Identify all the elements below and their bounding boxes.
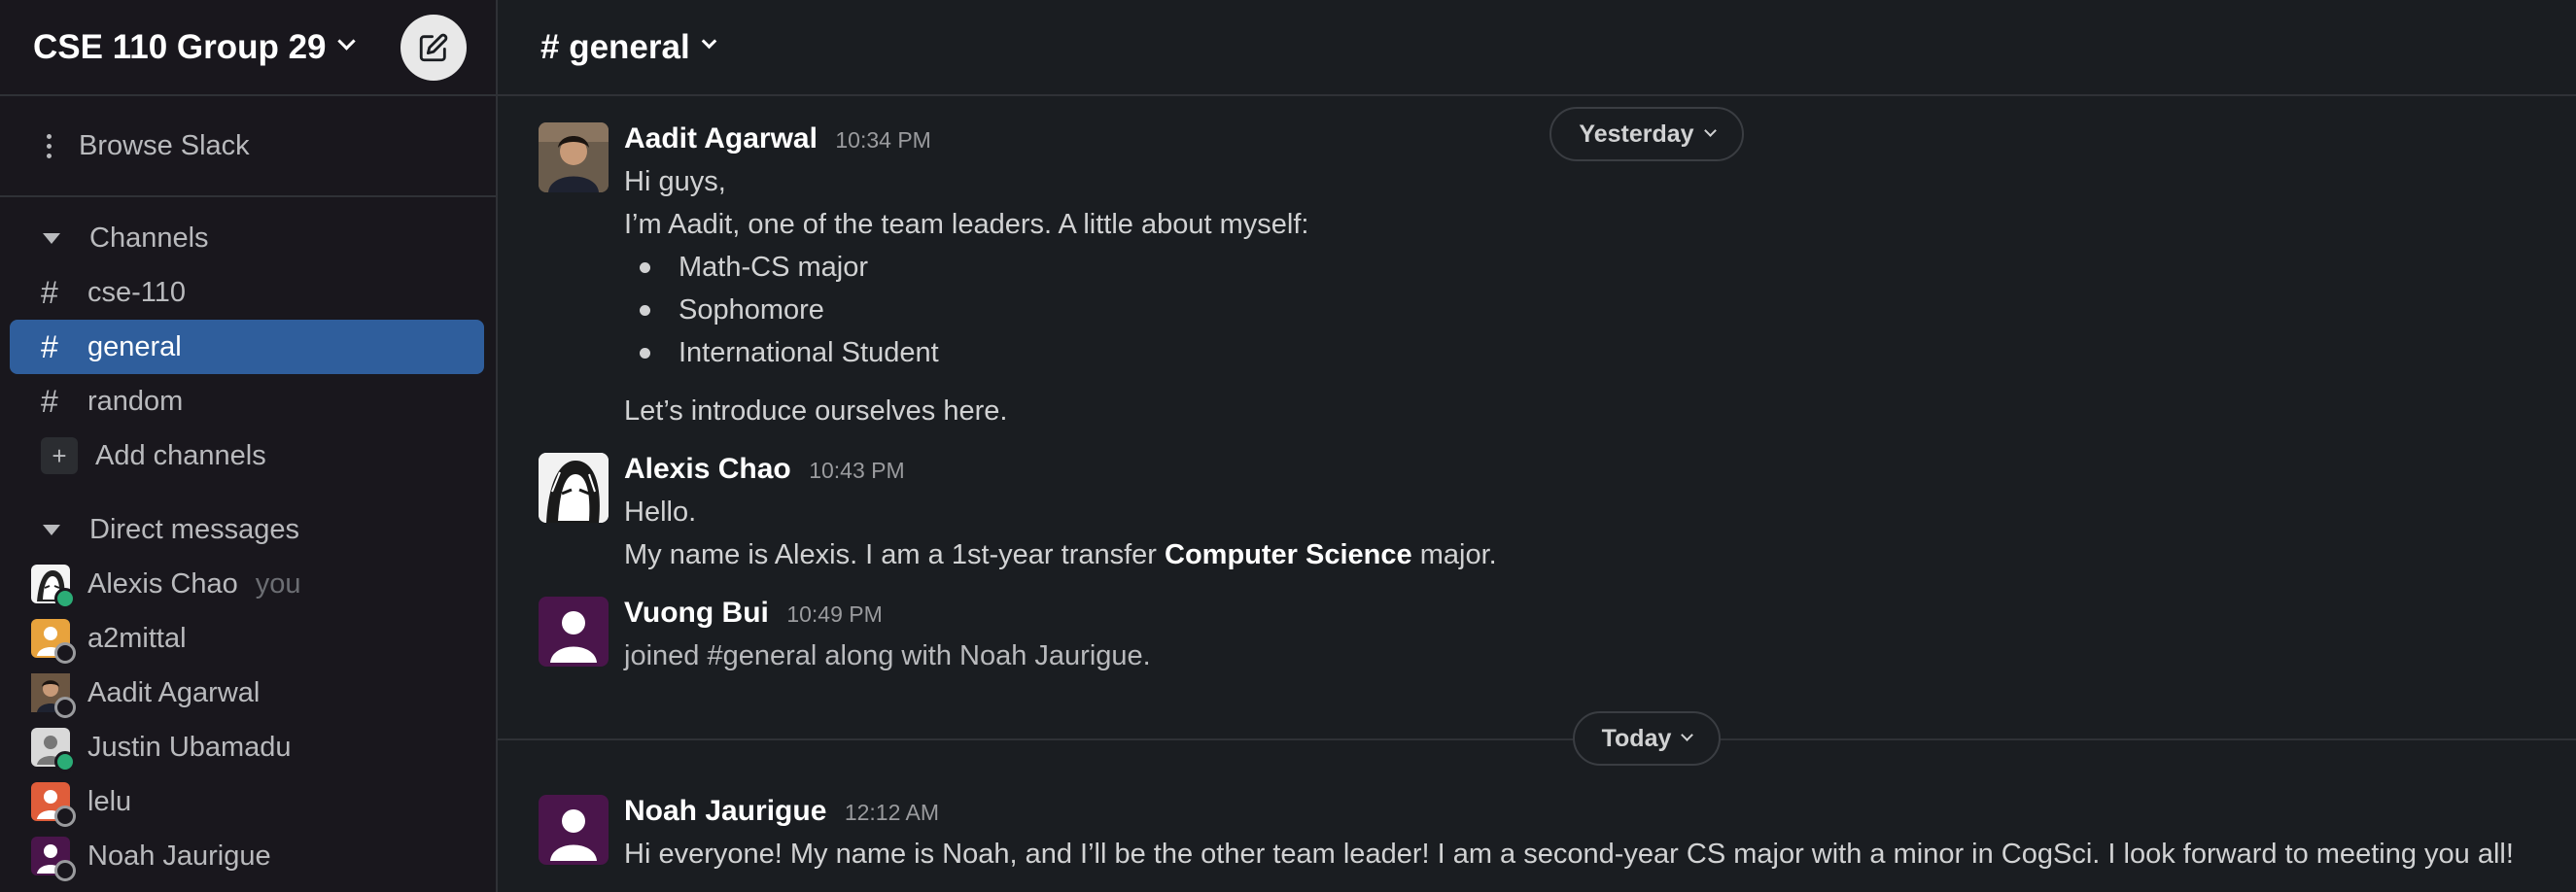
status-away-icon: [54, 806, 76, 827]
browse-slack[interactable]: Browse Slack: [0, 96, 496, 197]
sidebar-dm-justin-ubamadu[interactable]: Justin Ubamadu: [0, 720, 496, 774]
channel-name: cse-110: [87, 276, 187, 308]
list-item: Math-CS major: [640, 246, 2576, 289]
sidebar-item-general[interactable]: # general: [10, 320, 484, 374]
sidebar-item-random[interactable]: # random: [10, 374, 484, 429]
workspace-header[interactable]: CSE 110 Group 29: [0, 0, 496, 96]
message-author[interactable]: Aadit Agarwal: [624, 122, 818, 154]
channel-name: random: [87, 385, 184, 417]
add-channels-label: Add channels: [95, 439, 266, 471]
message: Vuong Bui 10:49 PM joined #general along…: [539, 597, 2576, 677]
caret-down-icon[interactable]: [43, 232, 60, 244]
message: Noah Jaurigue 12:12 AM Hi everyone! My n…: [539, 795, 2576, 875]
you-label: you: [255, 567, 301, 600]
message-text: Hello.: [624, 497, 697, 528]
message-timestamp[interactable]: 10:49 PM: [786, 601, 882, 627]
message: Aadit Agarwal 10:34 PM Hi guys, I’m Aadi…: [539, 122, 2576, 432]
bullet-list: Math-CS major Sophomore International St…: [624, 246, 2576, 374]
dm-name: lelu: [87, 785, 132, 817]
main-pane: # general Yesterday Aadit Agarwal 10:34 …: [498, 0, 2576, 892]
plus-icon: +: [41, 437, 78, 474]
message-timestamp[interactable]: 10:43 PM: [809, 458, 904, 483]
text-segment: My name is Alexis. I am a 1st-year trans…: [624, 539, 1166, 570]
chevron-down-icon[interactable]: [336, 32, 356, 51]
channels-section-header[interactable]: Channels: [0, 211, 496, 265]
message-author[interactable]: Noah Jaurigue: [624, 795, 826, 827]
dm-name: a2mittal: [87, 622, 187, 654]
status-away-icon: [54, 642, 76, 664]
sidebar-dm-aadit-agarwal[interactable]: Aadit Agarwal: [0, 666, 496, 720]
list-item: International Student: [640, 331, 2576, 374]
channel-name: general: [87, 330, 182, 362]
hash-icon: #: [41, 274, 58, 310]
chevron-down-icon: [1681, 728, 1694, 741]
status-online-icon: [54, 588, 76, 609]
message-text: Let’s introduce ourselves here.: [624, 395, 1008, 427]
compose-button[interactable]: [400, 15, 467, 81]
dm-name: Aadit Agarwal: [87, 676, 261, 708]
hash-icon: #: [41, 328, 58, 364]
chevron-down-icon[interactable]: [701, 33, 716, 50]
avatar[interactable]: [539, 453, 609, 523]
avatar: [31, 837, 76, 881]
message-text: joined #general along with Noah Jaurigue…: [624, 640, 1151, 671]
message-timestamp[interactable]: 10:34 PM: [835, 127, 930, 153]
avatar: [31, 728, 76, 772]
sidebar-dm-lelu[interactable]: lelu: [0, 774, 496, 829]
avatar: [31, 782, 76, 827]
avatar: [31, 673, 76, 718]
sidebar: CSE 110 Group 29 Browse Slack Channels #…: [0, 0, 498, 892]
text-segment: major.: [1411, 539, 1497, 570]
avatar[interactable]: [539, 122, 609, 192]
date-divider-line: [498, 738, 2576, 740]
dm-name: Alexis Chao: [87, 567, 238, 600]
avatar[interactable]: [539, 597, 609, 667]
list-item: Sophomore: [640, 289, 2576, 331]
message-text: Hi guys,: [624, 166, 726, 197]
status-away-icon: [54, 697, 76, 718]
sidebar-dm-a2mittal[interactable]: a2mittal: [0, 611, 496, 666]
message-text: I’m Aadit, one of the team leaders. A li…: [624, 209, 1309, 240]
message-text: Hi everyone! My name is Noah, and I’ll b…: [624, 839, 2514, 870]
dm-name: Justin Ubamadu: [87, 731, 292, 763]
message-author[interactable]: Vuong Bui: [624, 597, 769, 629]
message-author[interactable]: Alexis Chao: [624, 453, 791, 485]
sidebar-dm-alexis-chao[interactable]: Alexis Chao you: [0, 557, 496, 611]
status-away-icon: [54, 860, 76, 881]
dm-name: Noah Jaurigue: [87, 840, 271, 872]
hash-icon: #: [41, 383, 58, 419]
channels-header-label: Channels: [89, 222, 209, 254]
dm-section-header[interactable]: Direct messages: [0, 502, 496, 557]
compose-icon: [419, 33, 448, 62]
sidebar-dm-noah-jaurigue[interactable]: Noah Jaurigue: [0, 829, 496, 883]
more-vertical-icon: [47, 133, 52, 158]
message-timestamp[interactable]: 12:12 AM: [845, 800, 939, 825]
status-online-icon: [54, 751, 76, 772]
date-label: Today: [1601, 724, 1672, 752]
browse-slack-label: Browse Slack: [79, 129, 250, 161]
workspace-name[interactable]: CSE 110 Group 29: [33, 28, 327, 67]
date-divider-today[interactable]: Today: [1573, 711, 1721, 766]
sidebar-item-cse-110[interactable]: # cse-110: [10, 265, 484, 320]
message-text: My name is Alexis. I am a 1st-year trans…: [624, 533, 2576, 576]
channel-header[interactable]: # general: [498, 0, 2576, 96]
dm-header-label: Direct messages: [89, 513, 299, 545]
bold-text: Computer Science: [1165, 539, 1412, 570]
caret-down-icon[interactable]: [43, 524, 60, 535]
avatar: [31, 619, 76, 664]
message: Alexis Chao 10:43 PM Hello. My name is A…: [539, 453, 2576, 576]
add-channels-button[interactable]: + Add channels: [10, 429, 484, 483]
channel-title[interactable]: # general: [540, 28, 690, 67]
avatar: [31, 565, 76, 609]
avatar[interactable]: [539, 795, 609, 865]
